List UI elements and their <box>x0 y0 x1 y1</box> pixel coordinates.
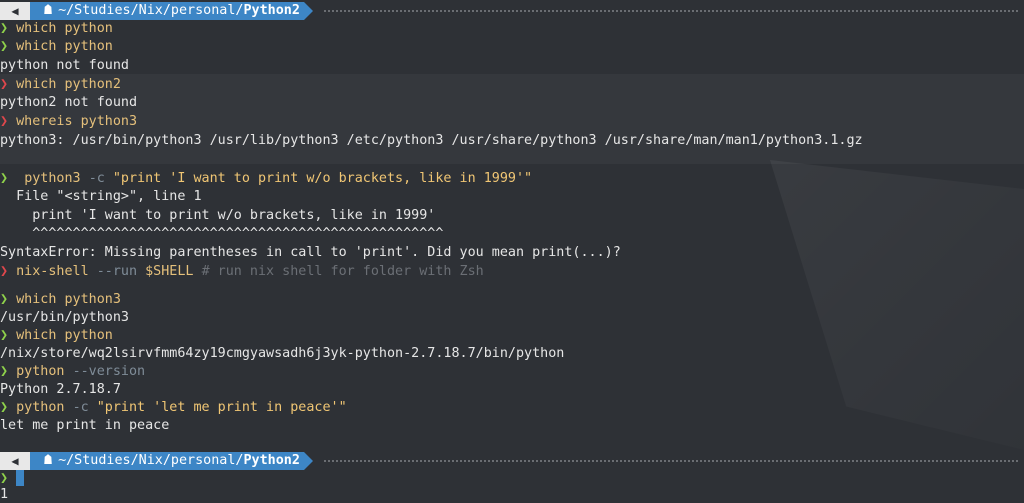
command-string: "print 'let me print in peace'" <box>96 400 347 415</box>
command-line: ❯ python -c "print 'let me print in peac… <box>0 399 347 417</box>
prompt-bar-top: ◀ ☗ ~/Studies/Nix/personal/Python2 <box>0 2 1024 20</box>
output-line: python not found <box>0 58 129 73</box>
command-flag: -c <box>72 400 89 415</box>
prompt-chevron: ❯ <box>0 364 9 379</box>
text-cursor <box>16 470 25 486</box>
command-line: ❯ which python <box>0 38 113 56</box>
command-text: which python <box>16 21 113 36</box>
command-text: which python2 <box>16 77 121 92</box>
output-line: ^^^^^^^^^^^^^^^^^^^^^^^^^^^^^^^^^^^^^^^^… <box>0 226 444 241</box>
command-text: python <box>16 364 65 379</box>
command-variable: $SHELL <box>145 264 194 279</box>
command-line: ❯ which python <box>0 327 113 345</box>
path-prefix: ~/Studies/Nix/personal/ <box>58 3 244 18</box>
prompt-chevron: ❯ <box>0 471 9 486</box>
prompt-bar-bottom: ◀ ☗ ~/Studies/Nix/personal/Python2 <box>0 452 1024 470</box>
prompt-filler-dots <box>323 460 1018 462</box>
output-line: /nix/store/wq2lsirvfmm64zy19cmgyawsadh6j… <box>0 346 565 361</box>
prompt-chevron: ❯ <box>0 114 9 129</box>
command-line: ❯ nix-shell --run $SHELL # run nix shell… <box>0 263 484 281</box>
command-text: whereis python3 <box>16 114 138 129</box>
path-current: Python2 <box>243 3 300 18</box>
command-text: python3 <box>24 171 81 186</box>
prompt-chevron: ❯ <box>0 21 9 36</box>
prompt-chevron: ❯ <box>0 77 9 92</box>
apple-logo-icon: ◀ <box>0 452 38 470</box>
prompt-filler-dots <box>323 10 1018 12</box>
line-number: 1 <box>0 487 9 502</box>
command-flag: --version <box>72 364 146 379</box>
command-line: ❯ which python2 <box>0 76 121 94</box>
output-line: let me print in peace <box>0 418 170 433</box>
command-comment: # run nix shell for folder with Zsh <box>201 264 484 279</box>
prompt-chevron: ❯ <box>0 171 9 186</box>
output-line: python3: /usr/bin/python3 /usr/lib/pytho… <box>0 133 863 148</box>
output-line: Python 2.7.18.7 <box>0 382 121 397</box>
command-line: ❯ python --version <box>0 363 145 381</box>
terminal-window[interactable]: ◀ ☗ ~/Studies/Nix/personal/Python2 ❯ whic… <box>0 0 1024 503</box>
output-line: File "<string>", line 1 <box>0 189 202 204</box>
path-current: Python2 <box>243 453 300 468</box>
path-segment: ☗ ~/Studies/Nix/personal/Python2 <box>30 452 313 470</box>
apple-logo-icon: ◀ <box>0 2 38 20</box>
path-prefix: ~/Studies/Nix/personal/ <box>58 453 244 468</box>
output-line: /usr/bin/python3 <box>0 310 129 325</box>
home-icon: ☗ <box>44 453 53 468</box>
command-text: which python <box>16 328 113 343</box>
output-line: python2 not found <box>0 95 138 110</box>
command-line: ❯ which python <box>0 20 113 38</box>
command-text: which python3 <box>16 292 121 307</box>
command-line: ❯ python3 -c "print 'I want to print w/o… <box>0 170 532 188</box>
output-line: SyntaxError: Missing parentheses in call… <box>0 245 621 260</box>
home-icon: ☗ <box>44 3 53 18</box>
prompt-chevron: ❯ <box>0 328 9 343</box>
path-segment: ☗ ~/Studies/Nix/personal/Python2 <box>30 2 313 20</box>
command-text: which python <box>16 39 113 54</box>
command-string: "print 'I want to print w/o brackets, li… <box>112 171 533 186</box>
command-flag: -c <box>88 171 105 186</box>
prompt-chevron: ❯ <box>0 292 9 307</box>
prompt-chevron: ❯ <box>0 264 9 279</box>
command-flag: --run <box>96 264 138 279</box>
prompt-chevron: ❯ <box>0 400 9 415</box>
prompt-chevron: ❯ <box>0 39 9 54</box>
output-line: print 'I want to print w/o brackets, lik… <box>0 208 436 223</box>
command-line: ❯ which python3 <box>0 291 121 309</box>
command-line: ❯ whereis python3 <box>0 113 137 131</box>
command-text: nix-shell <box>16 264 89 279</box>
command-text: python <box>16 400 65 415</box>
